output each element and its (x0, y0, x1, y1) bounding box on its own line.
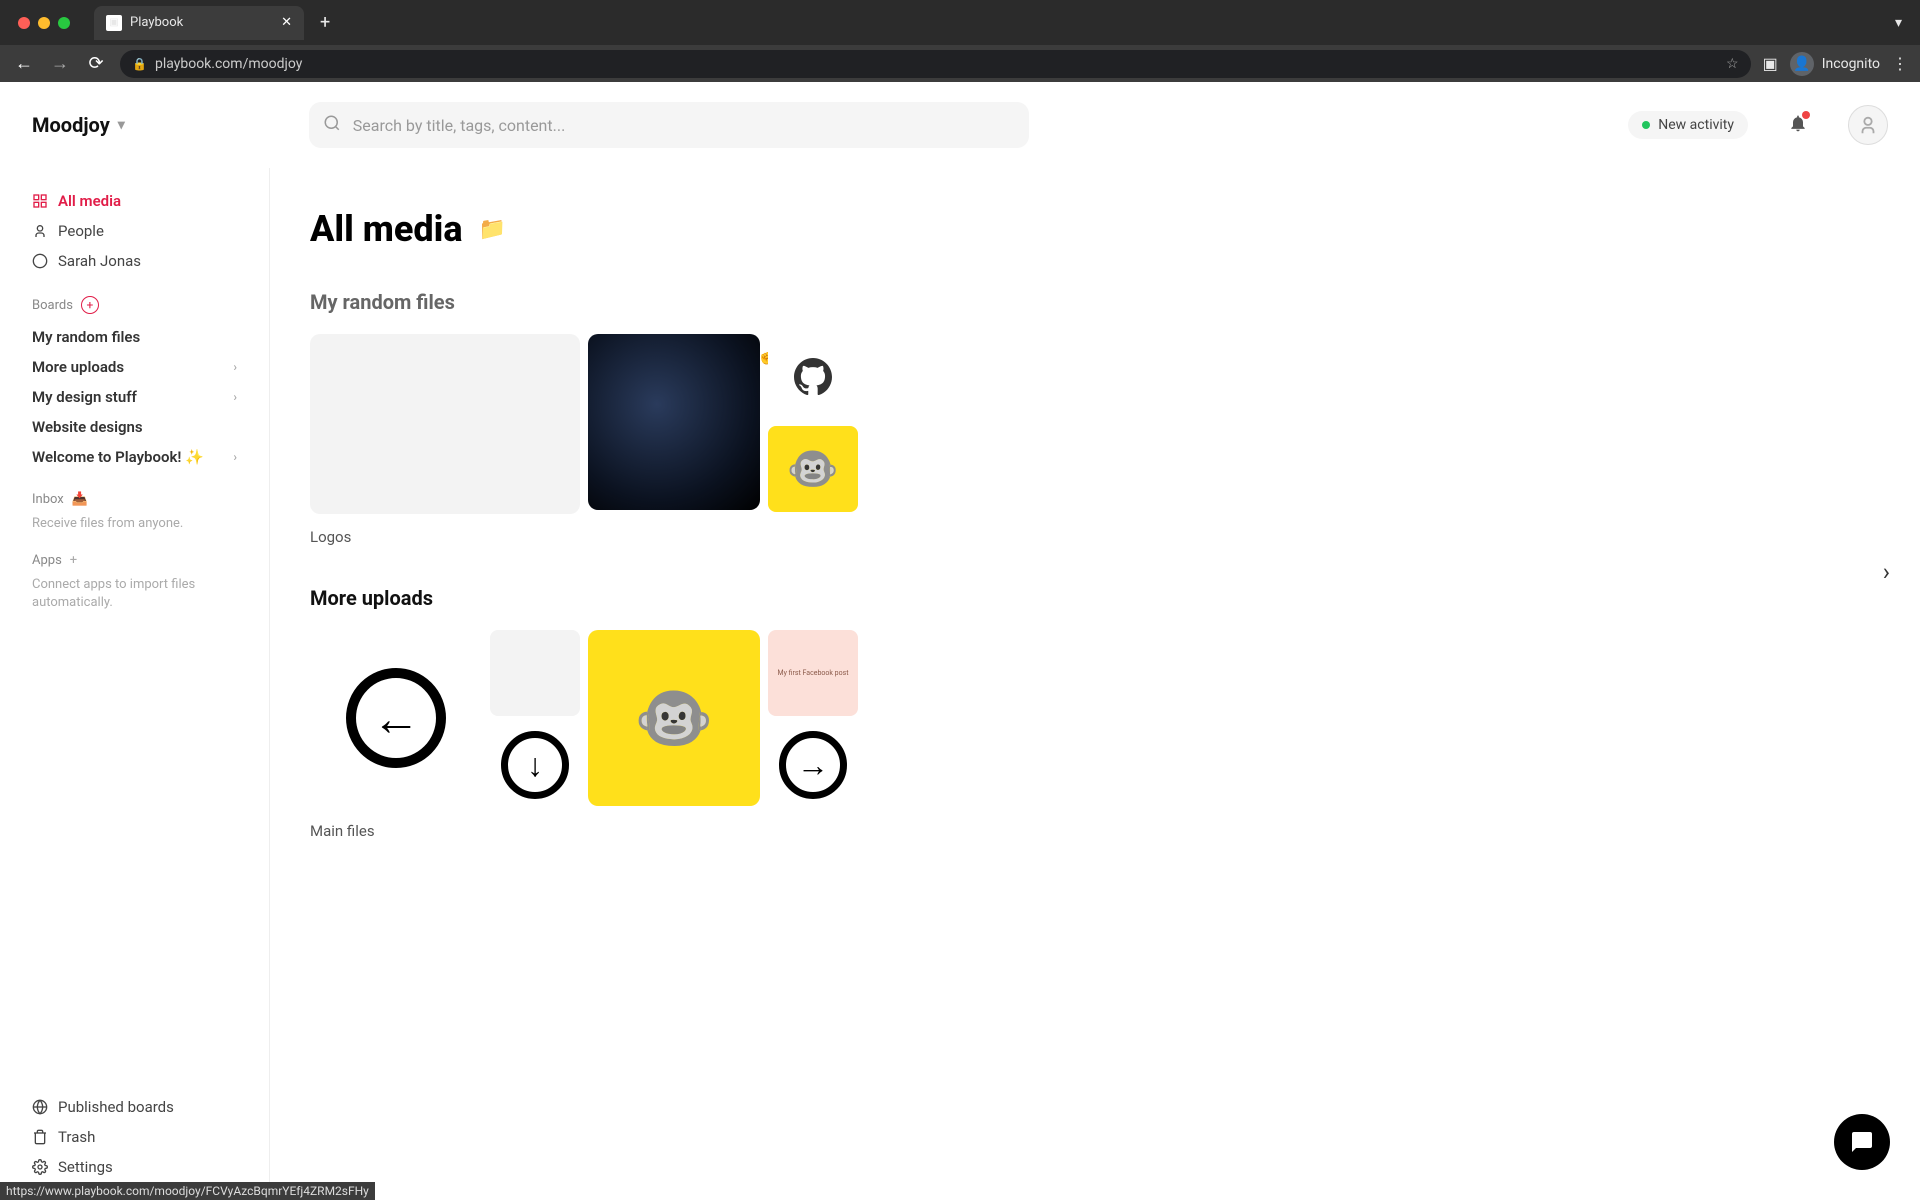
back-button[interactable]: ← (12, 53, 36, 74)
sidebar-trash[interactable]: Trash (20, 1122, 249, 1152)
inbox-icon[interactable]: 📥 (72, 492, 88, 507)
nav-label: Sarah Jonas (58, 252, 141, 270)
apps-header: Apps (32, 553, 62, 568)
thumbnail[interactable] (310, 334, 580, 514)
extensions-icon[interactable]: ▣ (1763, 54, 1778, 73)
bookmark-icon[interactable]: ☆ (1726, 56, 1739, 72)
apps-desc: Connect apps to import files automatical… (20, 576, 249, 612)
board-more-uploads[interactable]: More uploads› (20, 352, 249, 382)
inbox-header: Inbox (32, 492, 64, 507)
browser-tab[interactable]: ▣ Playbook ✕ (94, 6, 304, 40)
user-avatar[interactable] (1848, 105, 1888, 145)
thumbnail-mailchimp[interactable]: 🐵 (768, 426, 858, 512)
thumbnail-arrow-down[interactable]: ↓ (490, 722, 580, 808)
chat-fab[interactable] (1834, 1114, 1890, 1170)
add-app-button[interactable]: + (70, 553, 77, 568)
activity-label: New activity (1658, 117, 1734, 133)
status-bar-link: https://www.playbook.com/moodjoy/FCVyAzc… (0, 1182, 375, 1200)
board-my-design-stuff[interactable]: My design stuff› (20, 382, 249, 412)
collection-label[interactable]: Logos (310, 528, 1880, 546)
activity-dot-icon (1642, 121, 1650, 129)
chevron-right-icon: › (233, 450, 237, 464)
workspace-switcher[interactable]: Moodjoy ▾ (32, 113, 125, 137)
forward-button[interactable]: → (48, 53, 72, 74)
activity-badge[interactable]: New activity (1628, 111, 1748, 139)
close-tab-icon[interactable]: ✕ (281, 15, 292, 30)
add-board-button[interactable]: + (81, 296, 99, 314)
tab-favicon: ▣ (106, 15, 122, 31)
notification-dot-icon (1802, 111, 1810, 119)
address-bar[interactable]: 🔒 playbook.com/moodjoy ☆ (120, 50, 1751, 78)
sidebar-published-boards[interactable]: Published boards (20, 1092, 249, 1122)
notifications-button[interactable] (1788, 113, 1808, 137)
carousel-next-button[interactable]: › (1883, 558, 1890, 586)
workspace-name: Moodjoy (32, 113, 110, 137)
nav-label: People (58, 222, 104, 240)
page-title: All media (310, 208, 463, 250)
thumbnail[interactable] (490, 630, 580, 716)
tab-title: Playbook (130, 15, 183, 30)
sidebar-nav-people[interactable]: People (20, 216, 249, 246)
inbox-desc: Receive files from anyone. (20, 515, 249, 533)
nav-label: All media (58, 192, 121, 210)
folder-icon[interactable]: 📁 (479, 217, 506, 242)
new-tab-button[interactable]: + (320, 12, 330, 33)
chevron-right-icon: › (233, 360, 237, 374)
incognito-icon[interactable]: 👤 (1790, 52, 1814, 76)
sidebar-nav-user[interactable]: Sarah Jonas (20, 246, 249, 276)
board-welcome[interactable]: Welcome to Playbook! ✨› (20, 442, 249, 472)
thumbnail-earth[interactable] (588, 334, 760, 510)
search-icon (323, 114, 341, 136)
chevron-down-icon: ▾ (118, 117, 125, 133)
section-title[interactable]: More uploads (310, 586, 1880, 610)
window-close-icon[interactable] (18, 17, 30, 29)
boards-header: Boards (32, 298, 73, 313)
browser-menu-icon[interactable]: ⋮ (1892, 54, 1908, 73)
incognito-label: Incognito (1822, 56, 1880, 72)
board-my-random-files[interactable]: My random files (20, 322, 249, 352)
window-minimize-icon[interactable] (38, 17, 50, 29)
sidebar-settings[interactable]: Settings (20, 1152, 249, 1182)
thumbnail-arrow-left[interactable]: ← (310, 630, 482, 806)
board-website-designs[interactable]: Website designs (20, 412, 249, 442)
url-text: playbook.com/moodjoy (155, 56, 302, 72)
thumbnail-mailchimp-large[interactable]: 🐵 (588, 630, 760, 806)
thumbnail-arrow-right[interactable]: → (768, 722, 858, 808)
thumbnail-github[interactable] (768, 334, 858, 420)
reload-button[interactable]: ⟳ (84, 53, 108, 74)
collection-label[interactable]: Main files (310, 822, 1880, 840)
chevron-right-icon: › (233, 390, 237, 404)
sidebar-nav-all-media[interactable]: All media (20, 186, 249, 216)
section-title[interactable]: My random files (310, 290, 1880, 314)
tabs-menu-icon[interactable]: ▾ (1895, 15, 1902, 31)
lock-icon: 🔒 (132, 57, 147, 71)
thumbnail-facebook-post[interactable]: My first Facebook post (768, 630, 858, 716)
window-maximize-icon[interactable] (58, 17, 70, 29)
search-input[interactable] (309, 102, 1029, 148)
